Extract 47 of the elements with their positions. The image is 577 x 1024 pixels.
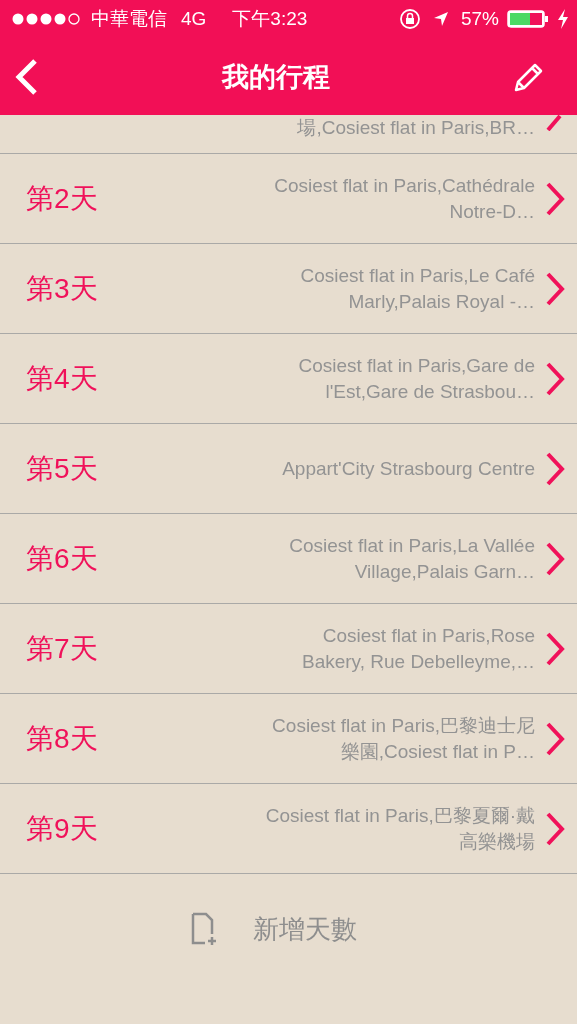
rotation-lock-icon [398, 8, 421, 30]
places-text: Cosiest flat in Paris,巴黎夏爾·戴高樂機場 [264, 803, 535, 854]
add-document-icon [190, 912, 217, 946]
page-title: 我的行程 [221, 60, 330, 94]
day-label: 第9天 [26, 811, 98, 846]
network-type: 4G [181, 8, 207, 30]
carrier-name: 中華電信 [91, 7, 167, 31]
day-label: 第2天 [26, 181, 98, 216]
day-row[interactable]: 第6天 Cosiest flat in Paris,La Vallée Village,Palais Garn… [0, 514, 577, 604]
places-text: Cosiest flat in Paris,Le Café Marly,Palais Royal -… [299, 263, 535, 314]
day-row[interactable]: 第8天 Cosiest flat in Paris,巴黎迪士尼樂園,Cosiest flat in P… [0, 694, 577, 784]
places-text: Cosiest flat in Paris,Gare de l'Est,Gare de Strasbou… [297, 353, 535, 404]
day-row[interactable]: 第4天 Cosiest flat in Paris,Gare de l'Est,Gare de Strasbou… [0, 334, 577, 424]
day-row[interactable]: 第2天 Cosiest flat in Paris,Cathédrale Notre-D… [0, 154, 577, 244]
chevron-right-icon [545, 810, 565, 847]
location-arrow-icon [432, 11, 449, 27]
add-day-button[interactable]: 新增天數 [0, 874, 577, 984]
signal-icon [11, 12, 83, 26]
places-text: 場,Cosiest flat in Paris,BR… [297, 116, 535, 140]
day-row[interactable]: 第9天 Cosiest flat in Paris,巴黎夏爾·戴高樂機場 [0, 784, 577, 874]
day-row[interactable]: 場,Cosiest flat in Paris,BR… [0, 115, 577, 154]
day-row[interactable]: 第7天 Cosiest flat in Paris,Rose Bakery, Rue Debelleyme,… [0, 604, 577, 694]
day-row[interactable]: 第3天 Cosiest flat in Paris,Le Café Marly,Palais Royal -… [0, 244, 577, 334]
battery-icon [507, 10, 549, 28]
places-text: Cosiest flat in Paris,Cathédrale Notre-D… [273, 173, 535, 224]
places-text: Cosiest flat in Paris,巴黎迪士尼樂園,Cosiest flat in P… [271, 713, 535, 764]
chevron-right-icon [545, 180, 565, 217]
day-label: 第7天 [26, 631, 98, 666]
clock-time: 下午3:23 [232, 7, 308, 31]
day-label: 第4天 [26, 361, 98, 396]
day-label: 第5天 [26, 451, 98, 486]
charging-bolt-icon [557, 9, 569, 29]
places-text: Cosiest flat in Paris,La Vallée Village,Palais Garn… [288, 533, 535, 584]
day-label: 第6天 [26, 541, 98, 576]
day-row[interactable]: 第5天 Appart'City Strasbourg Centre [0, 424, 577, 514]
day-label: 第8天 [26, 721, 98, 756]
back-icon[interactable] [14, 57, 38, 96]
places-text: Appart'City Strasbourg Centre [281, 456, 535, 481]
battery-percent: 57% [460, 8, 499, 30]
places-text: Cosiest flat in Paris,Rose Bakery, Rue Debelleyme,… [300, 623, 535, 674]
day-label: 第3天 [26, 271, 98, 306]
chevron-right-icon [545, 450, 565, 487]
chevron-right-icon [545, 540, 565, 577]
chevron-right-icon [545, 360, 565, 397]
chevron-right-icon [545, 630, 565, 667]
chevron-right-icon [545, 270, 565, 307]
chevron-right-icon [545, 720, 565, 757]
